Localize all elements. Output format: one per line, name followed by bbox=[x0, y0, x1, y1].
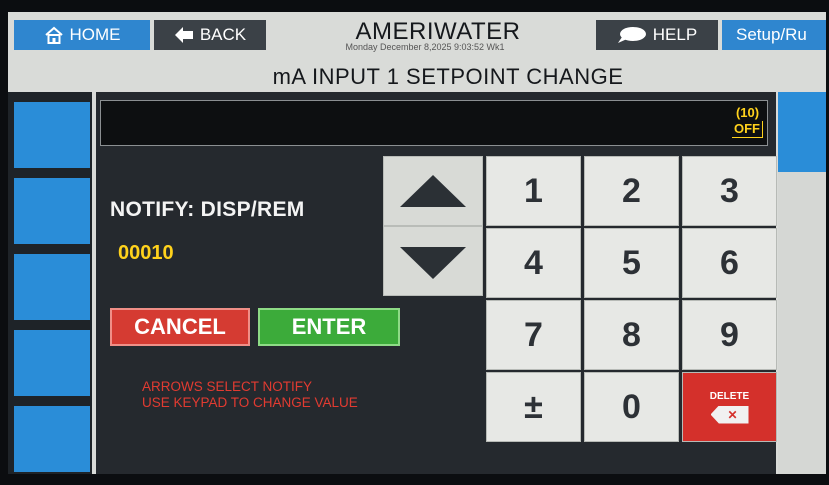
home-icon bbox=[44, 26, 63, 44]
setup-label: Setup/Ru bbox=[736, 25, 807, 44]
status-count: (10) bbox=[735, 105, 760, 120]
home-button[interactable]: HOME bbox=[14, 20, 150, 50]
keypad-key-9[interactable]: 9 bbox=[682, 300, 777, 370]
keypad-key-1[interactable]: 1 bbox=[486, 156, 581, 226]
page-title: mA INPUT 1 SETPOINT CHANGE bbox=[272, 64, 624, 89]
setpoint-value[interactable]: 00010 bbox=[118, 242, 174, 265]
left-nav-tab-3[interactable] bbox=[14, 254, 90, 320]
instruction-line-1: ARROWS SELECT NOTIFY bbox=[142, 379, 313, 394]
keypad-key-8[interactable]: 8 bbox=[584, 300, 679, 370]
help-button[interactable]: HELP bbox=[596, 20, 718, 50]
arrow-up-icon bbox=[400, 175, 466, 207]
left-nav-tab-2[interactable] bbox=[14, 178, 90, 244]
date-time: Monday December 8,2025 9:03:52 Wk1 bbox=[345, 42, 505, 52]
keypad-key-2[interactable]: 2 bbox=[584, 156, 679, 226]
status-indicator: (10) OFF bbox=[732, 105, 763, 138]
instruction-line-2: USE KEYPAD TO CHANGE VALUE bbox=[142, 395, 358, 410]
left-nav-tab-1[interactable] bbox=[14, 102, 90, 168]
hmi-screen: HOME BACK AMERIWATER Monday December 8,2… bbox=[8, 12, 826, 474]
right-panel-area bbox=[778, 172, 826, 474]
keypad-key-4[interactable]: 4 bbox=[486, 228, 581, 298]
arrow-up-button[interactable] bbox=[383, 156, 483, 226]
arrow-down-button[interactable] bbox=[383, 226, 483, 296]
status-display: (10) OFF bbox=[100, 100, 768, 146]
keypad-key-3[interactable]: 3 bbox=[682, 156, 777, 226]
keypad-key-5[interactable]: 5 bbox=[584, 228, 679, 298]
delete-label: DELETE bbox=[709, 390, 750, 402]
left-nav-tab-4[interactable] bbox=[14, 330, 90, 396]
instruction-text: ARROWS SELECT NOTIFY USE KEYPAD TO CHANG… bbox=[142, 379, 358, 411]
keypad-key-7[interactable]: 7 bbox=[486, 300, 581, 370]
home-label: HOME bbox=[69, 25, 121, 44]
delete-button[interactable]: DELETE ✕ bbox=[682, 372, 777, 442]
back-label: BACK bbox=[199, 25, 247, 44]
keypad-key-6[interactable]: 6 bbox=[682, 228, 777, 298]
help-label: HELP bbox=[652, 25, 698, 44]
left-nav-tab-5[interactable] bbox=[14, 406, 90, 472]
arrow-down-icon bbox=[400, 247, 466, 279]
keypad-key-0[interactable]: 0 bbox=[584, 372, 679, 442]
status-state: OFF bbox=[732, 121, 763, 138]
setup-button[interactable]: Setup/Ru bbox=[722, 20, 826, 50]
enter-button[interactable]: ENTER bbox=[258, 308, 400, 346]
notify-label: NOTIFY: DISP/REM bbox=[110, 198, 305, 221]
back-arrow-icon bbox=[174, 27, 193, 43]
left-nav-strip bbox=[8, 92, 92, 474]
speech-bubble-icon bbox=[617, 27, 646, 43]
back-button[interactable]: BACK bbox=[154, 20, 266, 50]
cancel-button[interactable]: CANCEL bbox=[110, 308, 250, 346]
backspace-icon: ✕ bbox=[710, 405, 749, 424]
keypad-key-plus-minus[interactable]: ± bbox=[486, 372, 581, 442]
